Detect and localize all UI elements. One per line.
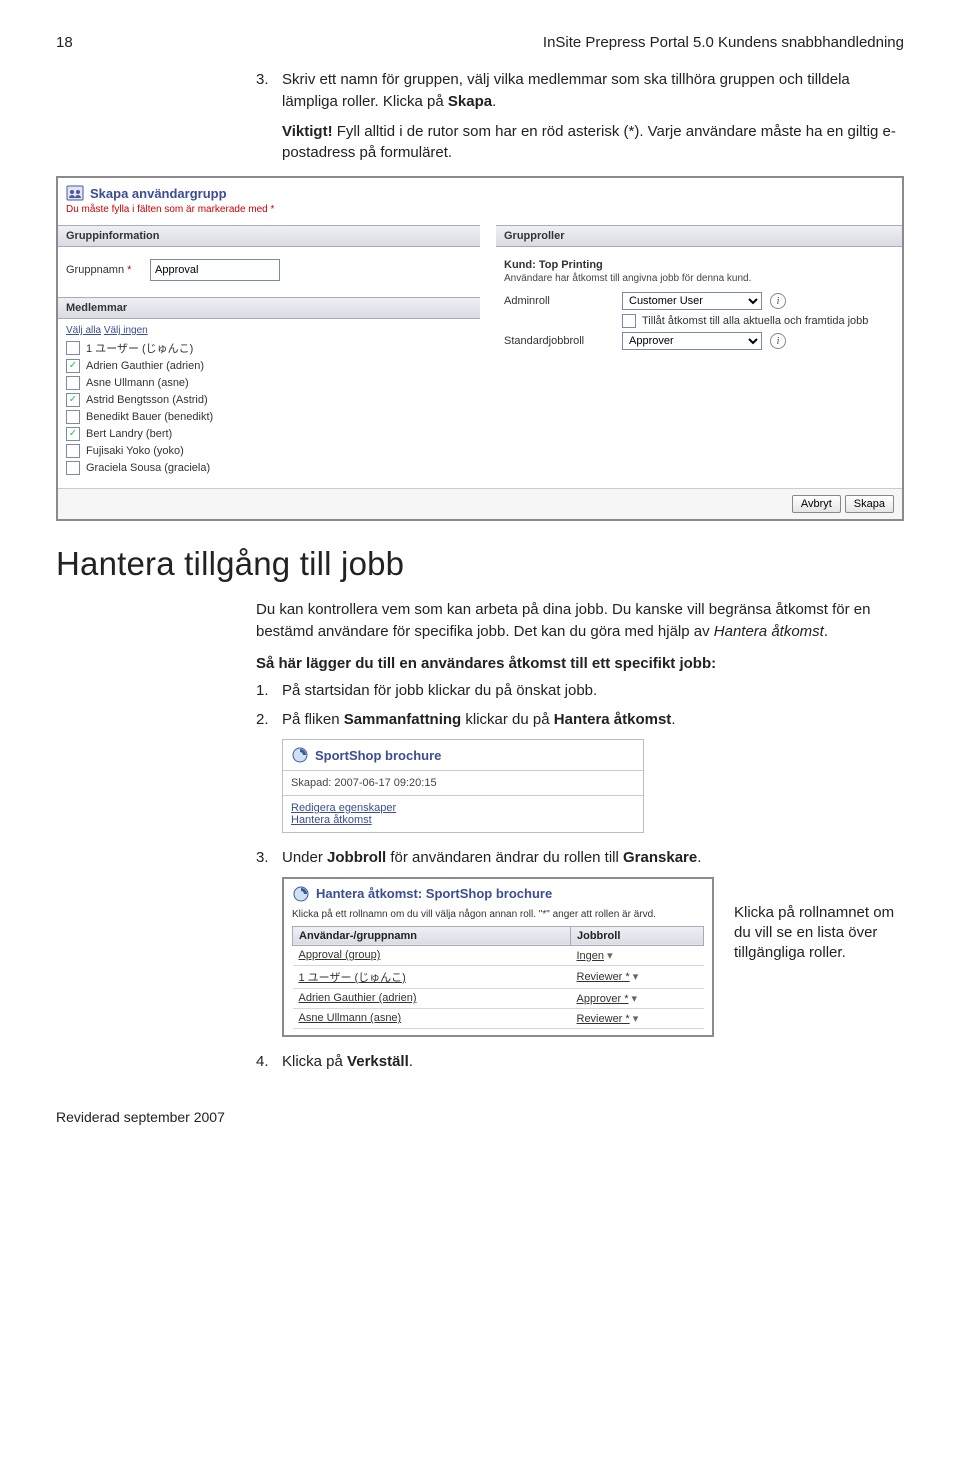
member-checkbox[interactable] (66, 461, 80, 475)
chevron-down-icon: ▾ (604, 950, 613, 962)
role-link[interactable]: Approver * (577, 993, 629, 1005)
step4-number: 4. (256, 1051, 282, 1073)
member-name: Fujisaki Yoko (yoko) (86, 445, 184, 457)
allow-access-label: Tillåt åtkomst till alla aktuella och fr… (642, 315, 868, 327)
manage-access-link[interactable]: Hantera åtkomst (291, 814, 372, 826)
member-name: Bert Landry (bert) (86, 428, 172, 440)
required-fields-note: Du måste fylla i fälten som är markerade… (66, 204, 894, 215)
role-link[interactable]: Ingen (577, 950, 605, 962)
user-link[interactable]: Asne Ullmann (asne) (299, 1012, 402, 1024)
page-number: 18 (56, 34, 73, 51)
gruppnamn-input[interactable] (150, 259, 280, 281)
step3-number: 3. (256, 69, 282, 113)
member-name: Benedikt Bauer (benedikt) (86, 411, 213, 423)
member-row: Fujisaki Yoko (yoko) (66, 444, 472, 458)
step3b-text: Under Jobbroll för användaren ändrar du … (282, 847, 904, 869)
kund-note: Användare har åtkomst till angivna jobb … (504, 273, 894, 284)
member-checkbox[interactable] (66, 393, 80, 407)
section-heading: Hantera tillgång till jobb (56, 545, 904, 583)
role-link[interactable]: Reviewer * (577, 1013, 630, 1025)
section-gruppinformation: Gruppinformation (58, 225, 480, 247)
chevron-down-icon: ▾ (630, 1013, 639, 1025)
member-name: Asne Ullmann (asne) (86, 377, 189, 389)
adminroll-select[interactable]: Customer User (622, 292, 762, 310)
page-footer: Reviderad september 2007 (56, 1109, 904, 1125)
select-none-link[interactable]: Välj ingen (104, 325, 148, 336)
member-name: 1 ユーザー (じゅんこ) (86, 340, 193, 356)
role-link[interactable]: Reviewer * (577, 971, 630, 983)
chevron-down-icon: ▾ (628, 993, 637, 1005)
select-all-link[interactable]: Välj alla (66, 325, 101, 336)
gruppnamn-label: Gruppnamn * (66, 264, 144, 276)
col-user: Användar-/gruppnamn (293, 926, 571, 945)
howto-heading: Så här lägger du till en användares åtko… (256, 655, 904, 672)
manage-access-desc: Klicka på ett rollnamn om du vill välja … (292, 909, 704, 920)
manage-access-panel: Hantera åtkomst: SportShop brochure Klic… (282, 877, 714, 1037)
job-icon (291, 746, 309, 764)
chevron-down-icon: ▾ (630, 971, 639, 983)
member-name: Adrien Gauthier (adrien) (86, 360, 204, 372)
step2-number: 2. (256, 709, 282, 731)
job-icon (292, 885, 310, 903)
user-link[interactable]: Approval (group) (299, 949, 381, 961)
access-table: Användar-/gruppnamn Jobbroll Approval (g… (292, 926, 704, 1029)
section-grupproller: Grupproller (496, 225, 902, 247)
job-title: SportShop brochure (291, 746, 635, 764)
table-row: Approval (group) Ingen ▾ (293, 945, 704, 965)
step1-text: På startsidan för jobb klickar du på öns… (282, 680, 904, 702)
manage-access-title: Hantera åtkomst: SportShop brochure (292, 885, 704, 903)
member-row: Adrien Gauthier (adrien) (66, 359, 472, 373)
created-label: Skapad: 2007-06-17 09:20:15 (291, 777, 635, 789)
job-summary-card: SportShop brochure Skapad: 2007-06-17 09… (282, 739, 644, 833)
create-button[interactable]: Skapa (845, 495, 894, 513)
step4-text: Klicka på Verkställ. (282, 1051, 904, 1073)
panel-title: Skapa användargrupp (66, 184, 894, 202)
info-icon[interactable]: i (770, 333, 786, 349)
member-checkbox[interactable] (66, 444, 80, 458)
user-link[interactable]: Adrien Gauthier (adrien) (299, 992, 417, 1004)
step3b-number: 3. (256, 847, 282, 869)
member-name: Graciela Sousa (graciela) (86, 462, 210, 474)
info-icon[interactable]: i (770, 293, 786, 309)
member-row: Graciela Sousa (graciela) (66, 461, 472, 475)
member-row: 1 ユーザー (じゅんこ) (66, 340, 472, 356)
member-checkbox[interactable] (66, 376, 80, 390)
usergroup-icon (66, 184, 84, 202)
step2-text: På fliken Sammanfattning klickar du på H… (282, 709, 904, 731)
table-row: 1 ユーザー (じゅんこ) Reviewer * ▾ (293, 965, 704, 988)
allow-access-checkbox[interactable] (622, 314, 636, 328)
section-intro-paragraph: Du kan kontrollera vem som kan arbeta på… (256, 599, 904, 643)
member-checkbox[interactable] (66, 359, 80, 373)
member-row: Astrid Bengtsson (Astrid) (66, 393, 472, 407)
edit-properties-link[interactable]: Redigera egenskaper (291, 802, 396, 814)
section-medlemmar: Medlemmar (58, 297, 480, 319)
step1-number: 1. (256, 680, 282, 702)
member-row: Benedikt Bauer (benedikt) (66, 410, 472, 424)
table-row: Asne Ullmann (asne) Reviewer * ▾ (293, 1008, 704, 1028)
member-checkbox[interactable] (66, 341, 80, 355)
member-row: Asne Ullmann (asne) (66, 376, 472, 390)
member-checkbox[interactable] (66, 427, 80, 441)
user-link[interactable]: 1 ユーザー (じゅんこ) (299, 972, 406, 984)
kund-label: Kund: Top Printing (504, 259, 894, 271)
step3-text: Skriv ett namn för gruppen, välj vilka m… (282, 69, 904, 113)
standardjobbroll-select[interactable]: Approver (622, 332, 762, 350)
table-row: Adrien Gauthier (adrien) Approver * ▾ (293, 988, 704, 1008)
role-annotation: Klicka på rollnamnet om du vill se en li… (734, 877, 904, 964)
important-note: Viktigt! Fyll alltid i de rutor som har … (282, 121, 904, 165)
standardjobbroll-label: Standardjobbroll (504, 335, 614, 347)
adminroll-label: Adminroll (504, 295, 614, 307)
col-jobrole: Jobbroll (571, 926, 704, 945)
doc-title: InSite Prepress Portal 5.0 Kundens snabb… (543, 34, 904, 51)
member-name: Astrid Bengtsson (Astrid) (86, 394, 208, 406)
create-usergroup-panel: Skapa användargrupp Du måste fylla i fäl… (56, 176, 904, 521)
member-checkbox[interactable] (66, 410, 80, 424)
member-row: Bert Landry (bert) (66, 427, 472, 441)
cancel-button[interactable]: Avbryt (792, 495, 841, 513)
